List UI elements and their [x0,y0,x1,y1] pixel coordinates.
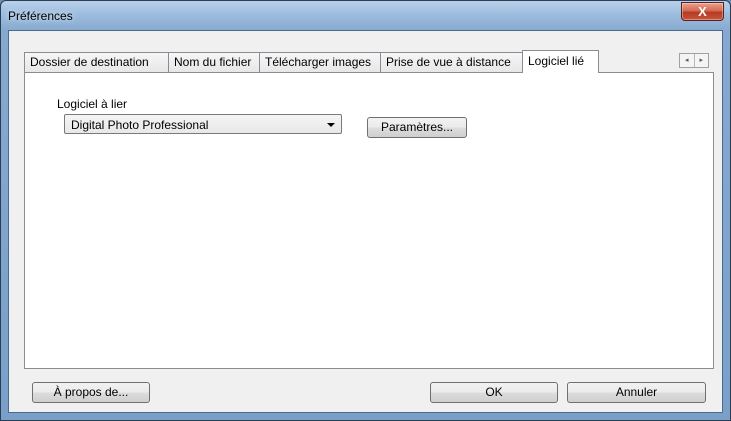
software-select[interactable]: Digital Photo Professional [64,114,342,134]
software-select-value: Digital Photo Professional [71,118,209,132]
tab-scroll-buttons: ◂ ▸ [679,53,709,68]
close-button[interactable]: X [681,2,724,21]
cancel-button[interactable]: Annuler [567,382,706,403]
ok-button[interactable]: OK [430,382,558,403]
about-button[interactable]: À propos de... [32,382,150,403]
window-title: Préférences [8,9,73,23]
tab-scroll-right-icon[interactable]: ▸ [693,54,709,67]
tab-prise-de-vue[interactable]: Prise de vue à distance [380,52,523,73]
tab-nom-fichier[interactable]: Nom du fichier [168,52,260,73]
title-bar[interactable]: Préférences X [1,1,730,31]
tab-scroll-left-icon[interactable]: ◂ [680,54,694,67]
tab-telecharger-images[interactable]: Télécharger images [259,52,381,73]
chevron-down-icon [327,123,335,127]
software-label: Logiciel à lier [57,97,128,111]
tab-dossier-destination[interactable]: Dossier de destination [24,52,169,73]
settings-button[interactable]: Paramètres... [367,117,467,138]
tab-logiciel-lie[interactable]: Logiciel lié [522,50,599,73]
